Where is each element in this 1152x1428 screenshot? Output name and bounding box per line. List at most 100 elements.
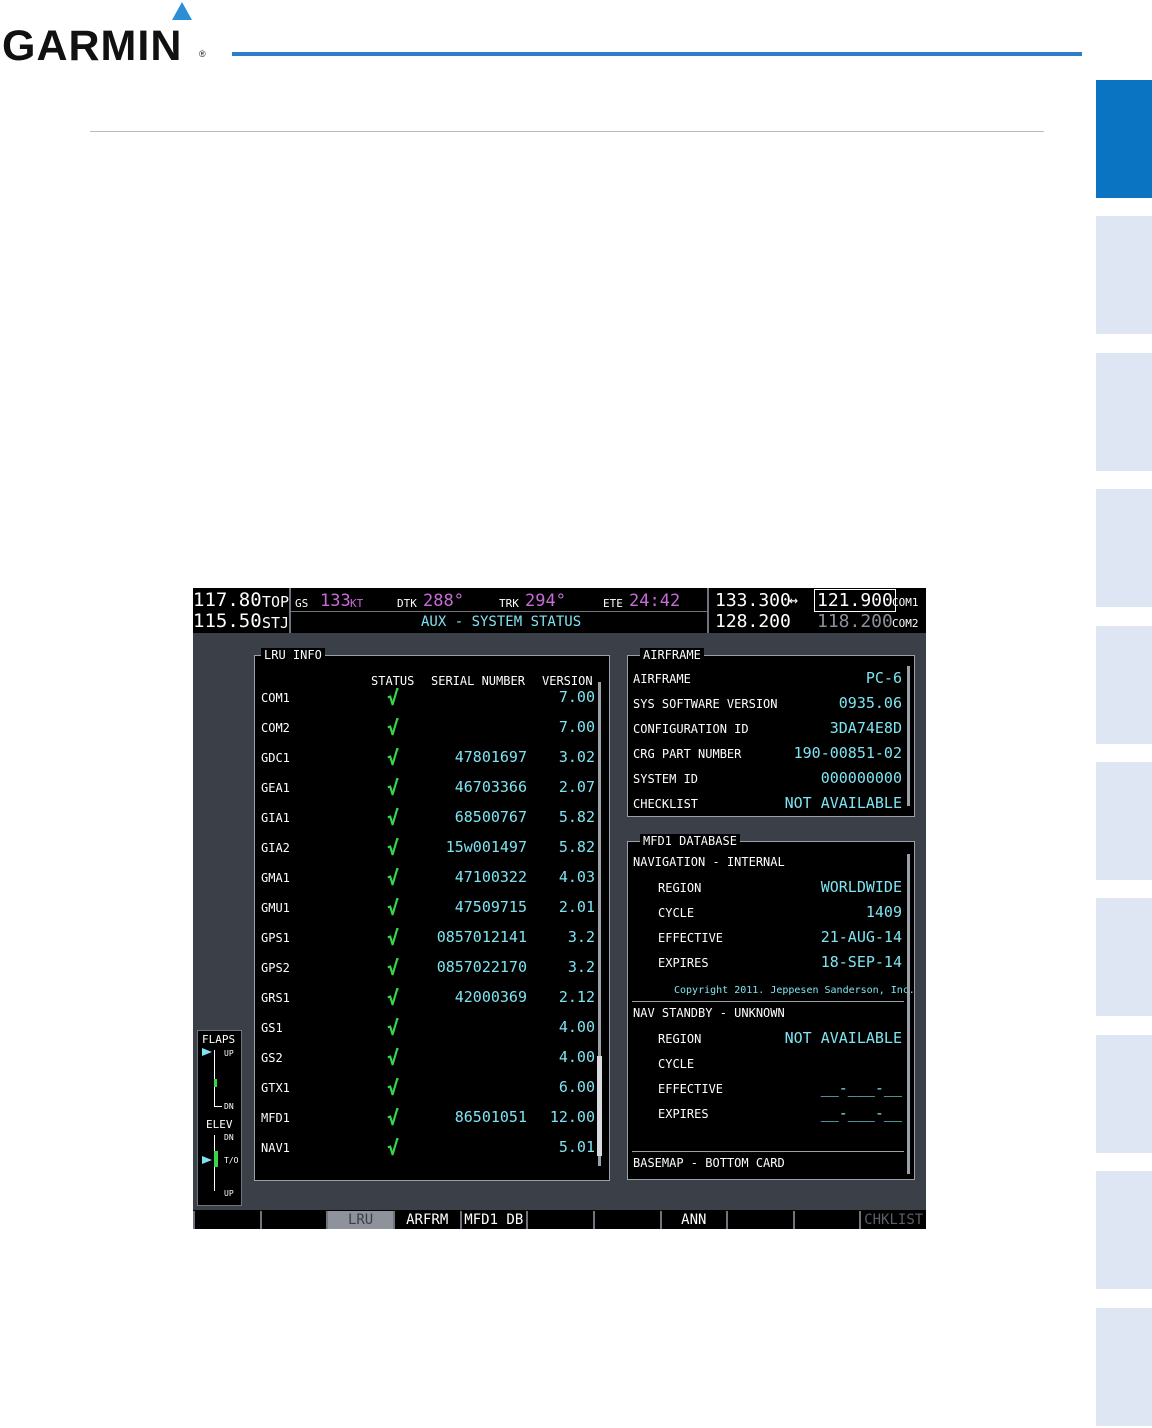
side-tab-5[interactable] — [1096, 626, 1152, 744]
trk-label: TRK — [499, 597, 519, 610]
softkey-arfrm[interactable]: ARFRM — [392, 1211, 460, 1229]
softkey-chklist[interactable]: CHKLIST — [859, 1211, 926, 1229]
lru-version: 5.82 — [558, 838, 595, 856]
airframe-scrollbar[interactable] — [907, 666, 910, 806]
mfd-database-panel: MFD1 DATABASE NAVIGATION - INTERNAL REGI… — [627, 834, 915, 1180]
flaps-scale-tick — [214, 1106, 222, 1107]
basemap-heading: BASEMAP - BOTTOM CARD — [633, 1156, 785, 1170]
nav-standby-row: REGION NOT AVAILABLE — [628, 1026, 910, 1051]
flaps-up-label: UP — [224, 1049, 234, 1058]
mfd-screen: 117.80 115.50 TOP STJ GS 133 KT DTK 288°… — [193, 588, 926, 1229]
softkey-blank-2[interactable] — [259, 1211, 327, 1229]
from-waypoint: TOP — [262, 593, 290, 611]
lru-row: GEA1 √ 46703366 2.07 — [255, 774, 605, 804]
softkey-mfd1-db[interactable]: MFD1 DB — [459, 1211, 527, 1229]
side-tab-2[interactable] — [1096, 216, 1152, 334]
lru-version: 3.2 — [567, 928, 595, 946]
com1-standby-freq[interactable]: 133.300 — [715, 590, 791, 611]
ete-value: 24:42 — [629, 591, 681, 611]
side-tab-4[interactable] — [1096, 489, 1152, 607]
com2-active-freq[interactable]: 118.200 — [817, 611, 893, 632]
nav-internal-value: WORLDWIDE — [820, 878, 902, 896]
nav-standby-label: CYCLE — [658, 1057, 695, 1071]
lru-version: 5.01 — [558, 1138, 595, 1156]
lru-serial-number: 68500767 — [454, 808, 527, 826]
side-tab-10[interactable] — [1096, 1308, 1152, 1426]
elev-pointer-icon — [202, 1156, 212, 1164]
status-check-icon: √ — [387, 716, 400, 740]
side-tab-6[interactable] — [1096, 762, 1152, 880]
status-check-icon: √ — [387, 686, 400, 710]
lru-name: GTX1 — [261, 1081, 290, 1095]
lru-serial-number: 47509715 — [454, 898, 527, 916]
nav-standby-row: EXPIRES __-___-__ — [628, 1101, 910, 1126]
status-check-icon: √ — [387, 1016, 400, 1040]
softkey-blank-10[interactable] — [792, 1211, 860, 1229]
lru-name: GIA1 — [261, 811, 290, 825]
nav-internal-value: 18-SEP-14 — [820, 953, 902, 971]
side-tab-3[interactable] — [1096, 353, 1152, 471]
com1-label: COM1 — [892, 596, 919, 609]
status-check-icon: √ — [387, 836, 400, 860]
nav-standby-label: EFFECTIVE — [658, 1082, 724, 1096]
side-tab-9[interactable] — [1096, 1171, 1152, 1289]
softkey-blank-9[interactable] — [726, 1211, 793, 1229]
lru-serial-number: 0857012141 — [436, 928, 527, 946]
softkey-lru[interactable]: LRU — [326, 1211, 393, 1229]
nav-internal-row: EXPIRES 18-SEP-14 — [628, 950, 910, 975]
nav-standby-freq[interactable]: 115.50 — [193, 610, 262, 632]
side-tab-8[interactable] — [1096, 1035, 1152, 1153]
nav-internal-label: EXPIRES — [658, 956, 709, 970]
lru-serial-number: 0857022170 — [436, 958, 527, 976]
nav-internal-label: REGION — [658, 881, 702, 895]
dtk-label: DTK — [397, 597, 417, 610]
side-tab-1[interactable] — [1096, 80, 1152, 198]
status-check-icon: √ — [387, 1106, 400, 1130]
lru-name: GRS1 — [261, 991, 290, 1005]
lru-row: GPS2 √ 0857022170 3.2 — [255, 954, 605, 984]
lru-serial-number: 47801697 — [454, 748, 527, 766]
swap-arrow-icon[interactable]: ↔ — [789, 591, 798, 609]
lru-version: 2.07 — [558, 778, 595, 796]
lru-scroll-thumb[interactable] — [597, 1056, 602, 1156]
nav-active-freq[interactable]: 117.80 — [193, 589, 262, 611]
softkey-blank-7[interactable] — [592, 1211, 660, 1229]
softkey-bar: LRUARFRMMFD1 DB ANN TEST CHKLIST — [193, 1210, 926, 1229]
status-check-icon: √ — [387, 806, 400, 830]
airframe-label: CHECKLIST — [633, 797, 699, 811]
lru-info-panel: LRU INFO STATUS SERIAL NUMBER VERSION CO… — [254, 648, 610, 1181]
trk-value: 294° — [525, 591, 566, 611]
airframe-label: CRG PART NUMBER — [633, 747, 742, 761]
side-tab-7[interactable] — [1096, 898, 1152, 1016]
airframe-panel: AIRFRAME AIRFRAME PC-6 SYS SOFTWARE VERSIO… — [627, 648, 915, 817]
nav-internal-row: REGION WORLDWIDE — [628, 875, 910, 900]
nav-standby-label: REGION — [658, 1032, 702, 1046]
database-scrollbar[interactable] — [907, 854, 910, 1174]
header-rule — [232, 52, 1082, 56]
softkey-blank-6[interactable] — [526, 1211, 593, 1229]
airframe-row: SYSTEM ID 000000000 — [628, 766, 910, 791]
nav-internal-heading: NAVIGATION - INTERNAL — [633, 855, 785, 869]
lru-name: NAV1 — [261, 1141, 290, 1155]
com2-standby-freq[interactable]: 128.200 — [715, 611, 791, 632]
lru-version: 7.00 — [558, 718, 595, 736]
lru-row: GDC1 √ 47801697 3.02 — [255, 744, 605, 774]
lru-info-title: LRU INFO — [261, 648, 325, 662]
com1-active-freq[interactable]: 121.900 — [814, 589, 896, 612]
softkey-blank-1[interactable] — [193, 1211, 260, 1229]
ete-label: ETE — [603, 597, 623, 610]
nav-standby-value: __-___-__ — [820, 1079, 902, 1097]
nav-internal-row: EFFECTIVE 21-AUG-14 — [628, 925, 910, 950]
lru-row: GMU1 √ 47509715 2.01 — [255, 894, 605, 924]
softkey-ann-test[interactable]: ANN TEST — [659, 1211, 727, 1229]
nav-standby-heading: NAV STANDBY - UNKNOWN — [633, 1006, 785, 1020]
lru-row: GRS1 √ 42000369 2.12 — [255, 984, 605, 1014]
lru-version: 3.2 — [567, 958, 595, 976]
topbar-hdivider — [291, 611, 707, 612]
nav-standby-label: EXPIRES — [658, 1107, 709, 1121]
lru-name: GPS1 — [261, 931, 290, 945]
gs-unit: KT — [350, 597, 364, 610]
flaps-label: FLAPS — [202, 1033, 236, 1046]
airframe-value: NOT AVAILABLE — [784, 794, 902, 812]
airframe-title: AIRFRAME — [640, 648, 704, 662]
